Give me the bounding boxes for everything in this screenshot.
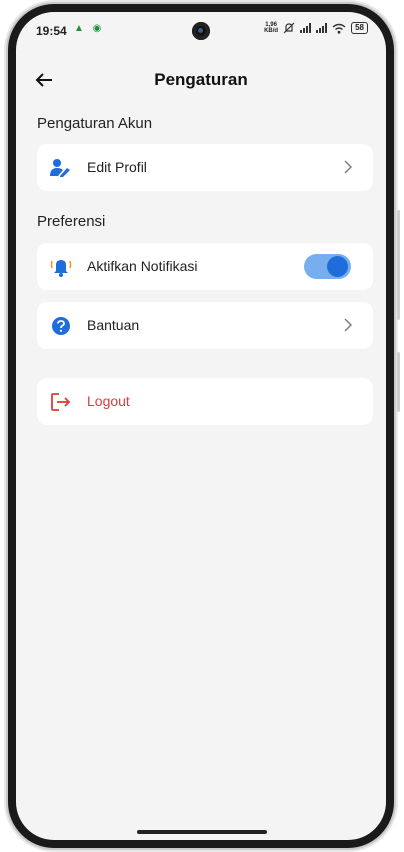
net-speed-unit: KB/d — [264, 28, 279, 34]
status-bar: 19:54 ▲ ◉ 1,96 KB/d 58 — [16, 12, 386, 52]
screen: 19:54 ▲ ◉ 1,96 KB/d 58 Pengaturan Pengat… — [16, 12, 386, 840]
help-circle-icon — [50, 315, 72, 337]
section-title-preferences: Preferensi — [37, 213, 106, 230]
mute-icon — [283, 22, 295, 34]
help-label: Bantuan — [87, 317, 140, 333]
home-indicator[interactable] — [137, 830, 267, 834]
status-time: 19:54 — [36, 24, 67, 38]
section-title-account: Pengaturan Akun — [37, 115, 153, 132]
status-right-icons: 1,96 KB/d 58 — [264, 22, 368, 34]
user-edit-icon — [50, 157, 72, 179]
battery-icon: 58 — [351, 22, 368, 34]
signal-icon-2 — [316, 23, 328, 33]
notification-label: Aktifkan Notifikasi — [87, 258, 198, 274]
volume-button — [397, 210, 400, 320]
front-camera — [192, 22, 210, 40]
toggle-knob — [327, 256, 348, 277]
notification-item: Aktifkan Notifikasi — [37, 243, 373, 290]
logout-icon — [50, 391, 72, 413]
page-title: Pengaturan — [154, 70, 248, 89]
power-button — [397, 352, 400, 412]
logout-item[interactable]: Logout — [37, 378, 373, 425]
bell-ring-icon — [50, 256, 72, 278]
chevron-right-icon — [344, 318, 352, 332]
logout-label: Logout — [87, 393, 130, 409]
help-item[interactable]: Bantuan — [37, 302, 373, 349]
signal-icon-1 — [300, 23, 312, 33]
wifi-icon — [332, 23, 346, 34]
net-speed: 1,96 KB/d — [264, 22, 278, 34]
edit-profile-item[interactable]: Edit Profil — [37, 144, 373, 191]
notification-icons: ▲ ◉ — [74, 23, 105, 34]
chevron-right-icon — [344, 160, 352, 174]
app-bar: Pengaturan — [16, 56, 386, 104]
edit-profile-label: Edit Profil — [87, 159, 147, 175]
notification-toggle[interactable] — [304, 254, 351, 279]
